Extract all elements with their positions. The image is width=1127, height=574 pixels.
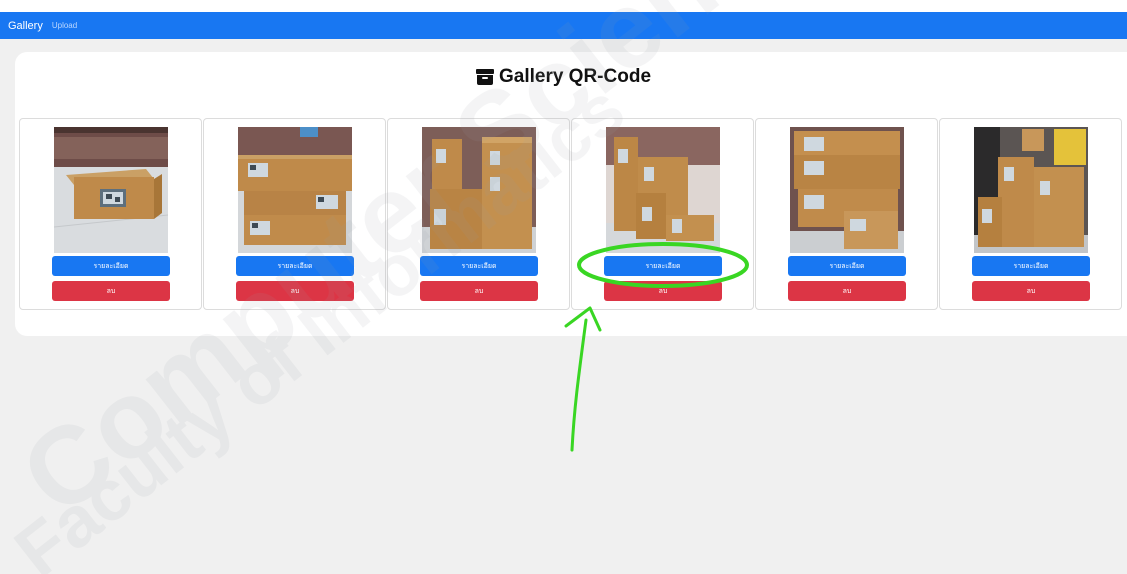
page-title: Gallery QR-Code [498,66,652,87]
gallery-photo-6[interactable] [974,127,1088,253]
gallery-photo-3[interactable] [422,127,536,253]
gallery-photo-2[interactable] [238,127,352,253]
detail-button-1[interactable]: รายละเอียด [52,256,170,276]
delete-button-3[interactable]: ลบ [420,281,538,301]
gallery-photo-5[interactable] [790,127,904,253]
top-navbar: Gallery Upload [0,12,1127,39]
top-blank-band [0,0,1127,12]
gallery-card-5: รายละเอียด ลบ [755,118,938,310]
delete-button-4[interactable]: ลบ [604,281,722,301]
gallery-card-2: รายละเอียด ลบ [203,118,386,310]
gallery-card-3: รายละเอียด ลบ [387,118,570,310]
gallery-photo-1[interactable] [54,127,168,253]
gallery-card-6: รายละเอียด ลบ [939,118,1122,310]
delete-button-2[interactable]: ลบ [236,281,354,301]
gallery-card-1: รายละเอียด ลบ [19,118,202,310]
nav-brand-gallery[interactable]: Gallery [8,20,43,32]
archive-box-icon [475,69,494,85]
delete-button-6[interactable]: ลบ [972,281,1090,301]
annotation-arrow-shaft [570,318,588,452]
detail-button-3[interactable]: รายละเอียด [420,256,538,276]
detail-button-5[interactable]: รายละเอียด [788,256,906,276]
delete-button-5[interactable]: ลบ [788,281,906,301]
detail-button-2[interactable]: รายละเอียด [236,256,354,276]
detail-button-4[interactable]: รายละเอียด [604,256,722,276]
gallery-card-4: รายละเอียด ลบ [571,118,754,310]
page-heading: Gallery QR-Code [0,66,1127,88]
nav-link-upload[interactable]: Upload [52,21,77,30]
gallery-photo-4[interactable] [606,127,720,253]
delete-button-1[interactable]: ลบ [52,281,170,301]
detail-button-6[interactable]: รายละเอียด [972,256,1090,276]
